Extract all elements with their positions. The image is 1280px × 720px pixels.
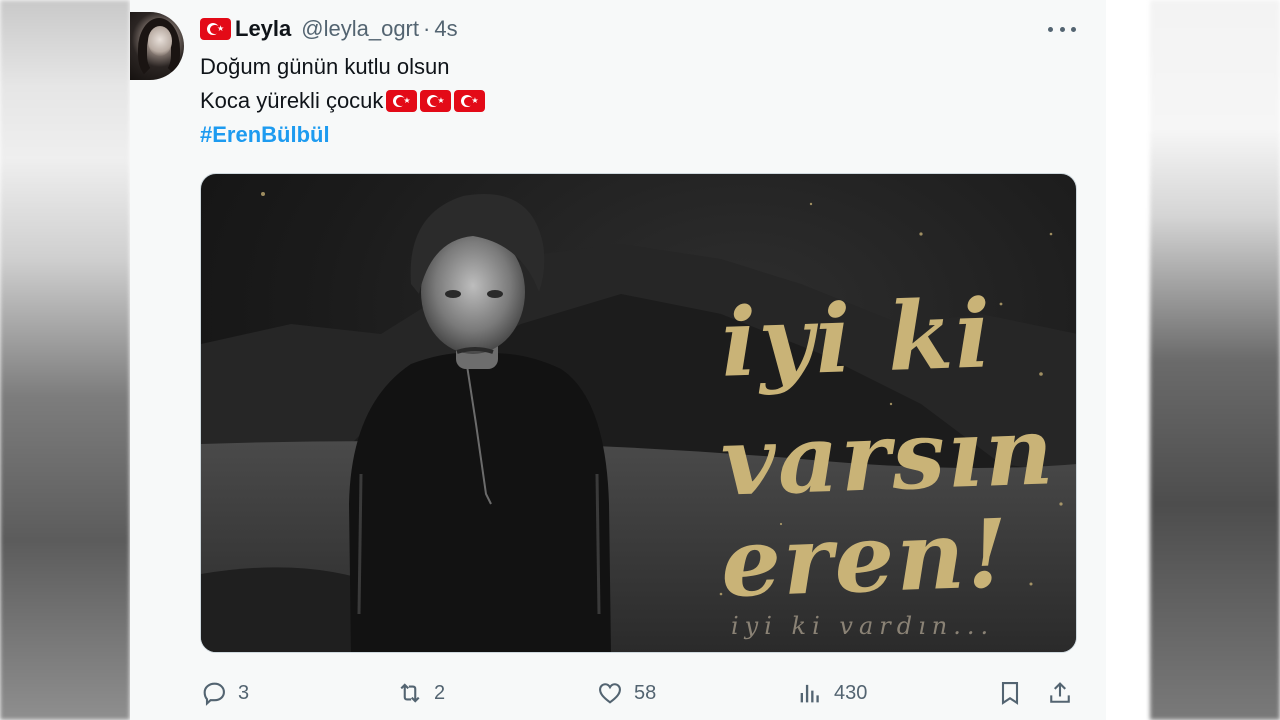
turkish-flag-icon: ★ [454,90,486,112]
reply-count: 3 [238,681,250,704]
separator-dot: · [423,16,431,41]
share-button[interactable] [1046,676,1074,710]
heart-icon [599,683,621,704]
page-gap [1106,0,1152,720]
more-options-button[interactable] [1048,18,1076,40]
turkish-flag-icon: ★ [386,90,418,112]
retweet-button[interactable]: 2 [396,676,445,710]
user-handle[interactable]: @leyla_ogrt [301,16,419,42]
turkish-flag-icon: ★ [420,90,452,112]
avatar-face [148,26,172,56]
tweet-header: ★ Leyla @leyla_ogrt · 4s [200,14,458,44]
avatar[interactable] [130,12,184,80]
like-count: 58 [634,681,657,704]
display-name[interactable]: Leyla [235,16,291,42]
like-button[interactable]: 58 [596,676,656,710]
tweet-actions: 3 2 58 430 [200,676,1080,710]
tweet-text-line-2: Koca yürekli çocuk ★ ★ ★ [200,88,486,114]
blurred-background-right [1150,0,1280,720]
image-subtitle: iyi ki vardın... [731,612,995,640]
view-count: 430 [834,681,868,704]
views-button[interactable]: 430 [796,676,867,710]
tweet-card[interactable]: ★ Leyla @leyla_ogrt · 4s Doğum günün kut… [130,0,1106,720]
analytics-bars-icon [800,684,819,703]
reply-button[interactable]: 3 [200,676,249,710]
tweet-text-line-2-label: Koca yürekli çocuk [200,88,384,113]
timestamp[interactable]: 4s [434,16,457,42]
script-line-3: eren! [719,498,1012,620]
tweet-text-line-1: Doğum günün kutlu olsun [200,54,450,79]
reply-bubble-icon [203,682,225,706]
more-dots-icon [1048,26,1053,32]
share-upload-icon [1050,682,1070,703]
bookmark-button[interactable] [996,676,1024,710]
hashtag-link[interactable]: #ErenBülbül [200,122,330,148]
retweet-count: 2 [434,681,446,704]
tweet-image[interactable]: iyi ki varsın eren! iyi ki vardın... [200,173,1077,653]
bookmark-icon [1001,682,1019,705]
turkish-flag-icon: ★ [200,18,231,40]
retweet-icon [400,683,420,703]
blurred-background-left [0,0,130,720]
script-line-1: iyi ki [719,279,995,399]
